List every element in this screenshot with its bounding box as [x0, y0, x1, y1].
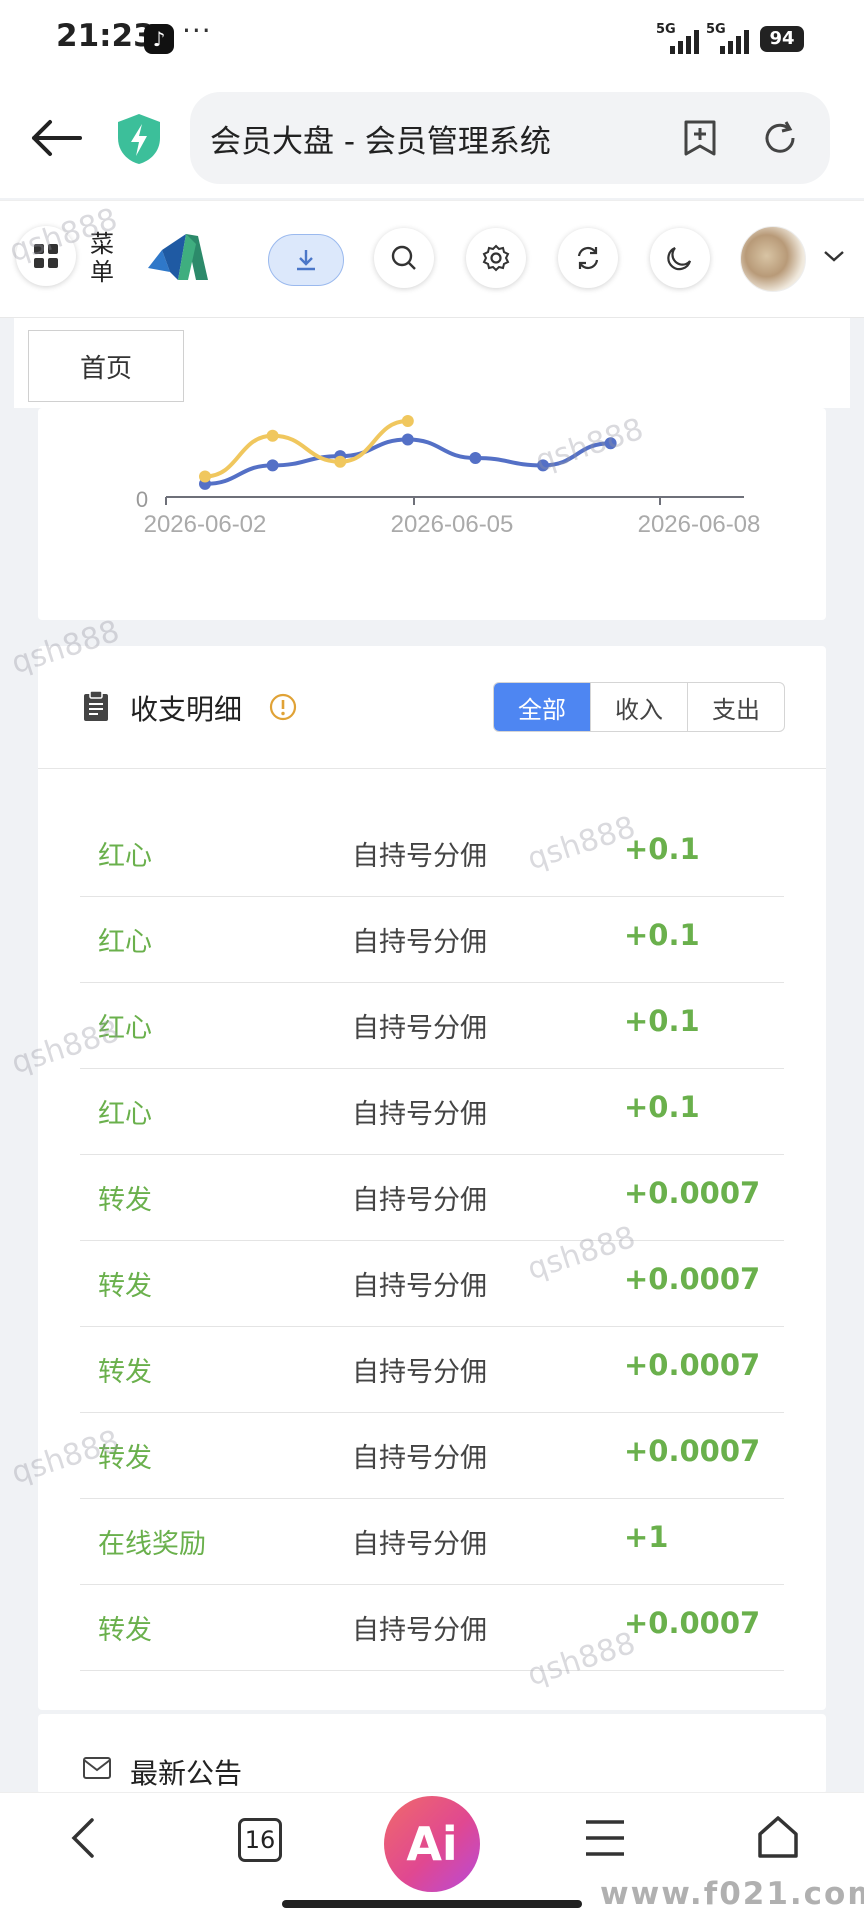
row-amount: +1 [624, 1520, 669, 1554]
moon-icon [667, 246, 692, 271]
tiktok-icon: ♪ [144, 24, 174, 54]
status-time: 21:23 [56, 18, 155, 54]
x-tick-label: 2026-06-08 [638, 511, 761, 538]
back-arrow-icon[interactable] [28, 116, 84, 164]
table-row: 红心 自持号分佣 +0.1 [80, 1068, 784, 1155]
row-type: 红心 [98, 1099, 152, 1130]
tab-home[interactable]: 首页 [28, 330, 184, 402]
table-row: 红心 自持号分佣 +0.1 [80, 982, 784, 1069]
page-title[interactable]: 会员大盘 - 会员管理系统 [210, 116, 551, 161]
home-icon[interactable] [756, 1814, 800, 1864]
data-point [334, 455, 347, 468]
filter-segmented-control[interactable]: 全部 收入 支出 [493, 682, 785, 732]
row-amount: +0.1 [624, 918, 700, 952]
y-tick-label: 0 [136, 487, 148, 512]
row-desc: 自持号分佣 [352, 1615, 487, 1646]
gear-icon [482, 244, 510, 272]
gesture-bar [282, 1900, 582, 1908]
row-amount: +0.0007 [624, 1434, 761, 1468]
row-desc: 自持号分佣 [352, 1013, 487, 1044]
row-type: 转发 [98, 1185, 152, 1216]
avatar[interactable] [740, 226, 806, 292]
notice-title: 最新公告 [130, 1757, 243, 1790]
table-row: 在线奖励 自持号分佣 +1 [80, 1498, 784, 1585]
tabs-button[interactable]: 16 [238, 1818, 282, 1862]
data-point [401, 433, 414, 446]
app-logo [146, 228, 216, 290]
row-amount: +0.0007 [624, 1262, 761, 1296]
row-desc: 自持号分佣 [352, 1443, 487, 1474]
data-point [266, 459, 279, 472]
table-row: 红心 自持号分佣 +0.1 [80, 810, 784, 897]
site-watermark: www.f021.com [600, 1876, 864, 1912]
nav-back-icon[interactable] [68, 1816, 98, 1864]
data-point [401, 415, 414, 427]
table-row: 转发 自持号分佣 +0.0007 [80, 1412, 784, 1499]
search-button[interactable] [374, 228, 434, 288]
row-amount: +0.0007 [624, 1348, 761, 1382]
data-point [469, 452, 482, 464]
clipboard-icon [82, 690, 110, 726]
shield-icon[interactable] [114, 112, 164, 170]
data-point [266, 429, 279, 442]
row-type: 转发 [98, 1615, 152, 1646]
row-amount: +0.1 [624, 1090, 700, 1124]
signal-icon-1 [670, 28, 699, 54]
row-desc: 自持号分佣 [352, 1357, 487, 1388]
menu-icon[interactable] [584, 1818, 626, 1862]
chevron-down-icon[interactable] [822, 248, 846, 268]
row-type: 转发 [98, 1357, 152, 1388]
ai-assistant-button[interactable]: Ai [384, 1796, 480, 1892]
row-desc: 自持号分佣 [352, 841, 487, 872]
filter-income[interactable]: 收入 [590, 683, 687, 731]
dark-mode-button[interactable] [650, 228, 710, 288]
mail-icon [82, 1756, 112, 1784]
x-tick-label: 2026-06-02 [144, 511, 267, 538]
row-desc: 自持号分佣 [352, 1099, 487, 1130]
row-type: 转发 [98, 1271, 152, 1302]
add-bookmark-icon[interactable] [682, 118, 718, 162]
row-type: 在线奖励 [98, 1529, 206, 1560]
table-row: 转发 自持号分佣 +0.0007 [80, 1154, 784, 1241]
refresh-icon [577, 246, 599, 270]
row-amount: +0.0007 [624, 1176, 761, 1210]
table-row: 转发 自持号分佣 +0.0007 [80, 1584, 784, 1671]
download-button[interactable] [268, 234, 344, 286]
row-amount: +0.1 [624, 1004, 700, 1038]
data-point [199, 470, 211, 483]
row-desc: 自持号分佣 [352, 927, 487, 958]
table-row: 转发 自持号分佣 +0.0007 [80, 1240, 784, 1327]
settings-button[interactable] [466, 228, 526, 288]
info-icon[interactable] [268, 692, 298, 726]
series-line [204, 419, 408, 479]
row-amount: +0.0007 [624, 1606, 761, 1640]
search-icon [391, 245, 416, 270]
x-tick-label: 2026-06-05 [391, 511, 514, 538]
row-type: 红心 [98, 927, 152, 958]
filter-expense[interactable]: 支出 [687, 683, 784, 731]
table-row: 转发 自持号分佣 +0.0007 [80, 1326, 784, 1413]
filter-all[interactable]: 全部 [494, 683, 590, 731]
line-chart: 02026-06-02 2026-06-05 2026-06-08 [136, 415, 761, 538]
signal-icon-2 [720, 28, 749, 54]
reload-icon[interactable] [760, 118, 800, 162]
refresh-button[interactable] [558, 228, 618, 288]
row-desc: 自持号分佣 [352, 1529, 487, 1560]
row-type: 红心 [98, 841, 152, 872]
more-notifications-icon: ··· [182, 14, 212, 47]
ledger-title: 收支明细 [130, 693, 243, 726]
row-desc: 自持号分佣 [352, 1185, 487, 1216]
row-desc: 自持号分佣 [352, 1271, 487, 1302]
table-row: 红心 自持号分佣 +0.1 [80, 896, 784, 983]
battery-indicator: 94 [760, 26, 804, 52]
